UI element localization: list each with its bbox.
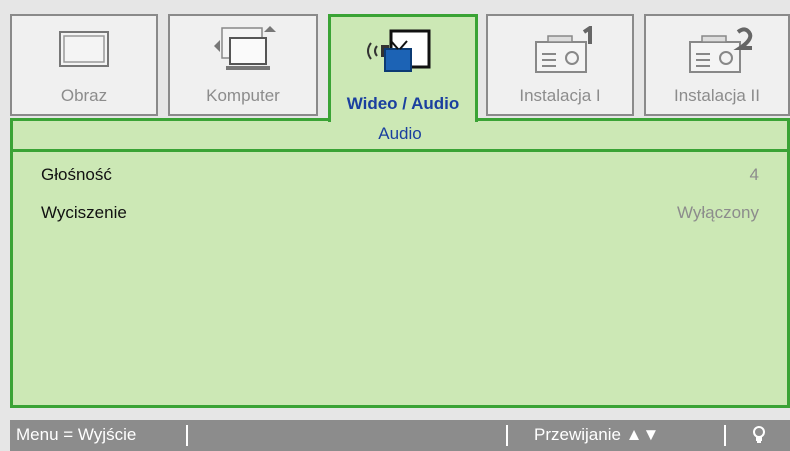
tab-instalacja-1[interactable]: Instalacja I xyxy=(486,14,634,116)
divider xyxy=(724,425,726,446)
projector-2-icon xyxy=(646,26,788,82)
tab-label: Komputer xyxy=(206,86,280,105)
tab-label: Wideo / Audio xyxy=(346,94,460,113)
setting-row-wyciszenie[interactable]: Wyciszenie Wyłączony xyxy=(41,203,759,229)
divider xyxy=(506,425,508,446)
scroll-arrows-icon: ▲▼ xyxy=(625,425,660,444)
setting-name: Głośność xyxy=(41,165,112,184)
section-title: Audio xyxy=(13,121,787,152)
lamp-icon xyxy=(752,426,766,449)
video-audio-icon xyxy=(331,27,475,83)
tab-wideo-audio[interactable]: Wideo / Audio xyxy=(328,14,478,122)
settings-panel: Audio Głośność 4 Wyciszenie Wyłączony xyxy=(10,118,790,408)
projector-1-icon xyxy=(488,24,632,82)
scroll-hint-label: Przewijanie xyxy=(534,425,621,444)
computer-icon xyxy=(170,26,316,82)
setting-name: Wyciszenie xyxy=(41,203,127,222)
scroll-hint: Przewijanie ▲▼ xyxy=(534,425,659,445)
setting-value: Wyłączony xyxy=(676,203,759,222)
divider xyxy=(186,425,188,446)
tab-label: Obraz xyxy=(60,86,108,105)
tab-instalacja-2[interactable]: Instalacja II xyxy=(644,14,790,116)
setting-row-glosnosc[interactable]: Głośność 4 xyxy=(41,165,759,191)
tab-obraz[interactable]: Obraz xyxy=(10,14,158,116)
tab-komputer[interactable]: Komputer xyxy=(168,14,318,116)
status-bar: Menu = Wyjście Przewijanie ▲▼ xyxy=(10,420,790,451)
monitor-icon xyxy=(12,26,156,82)
tab-label: Instalacja I xyxy=(519,86,601,105)
tab-label: Instalacja II xyxy=(674,86,760,105)
setting-value: 4 xyxy=(749,165,759,184)
exit-hint: Menu = Wyjście xyxy=(16,425,137,444)
